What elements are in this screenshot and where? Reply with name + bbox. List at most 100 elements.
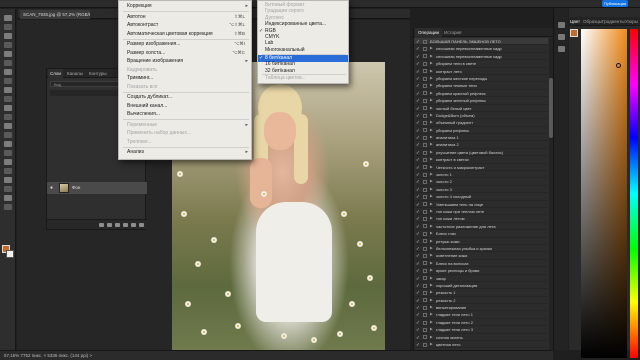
dialog-toggle-icon[interactable] (423, 91, 427, 96)
action-row[interactable]: ✓ ▶ улучшение цвета (цветовой баланс) (414, 149, 548, 157)
expand-triangle-icon[interactable]: ▶ (430, 164, 433, 171)
action-row[interactable]: ✓ ▶ резкость 2 (414, 297, 548, 305)
expand-triangle-icon[interactable]: ▶ (430, 82, 433, 89)
expand-triangle-icon[interactable]: ▶ (430, 68, 433, 75)
new-group-icon[interactable] (131, 223, 136, 227)
dialog-toggle-icon[interactable] (423, 187, 427, 192)
action-row[interactable]: ✓ ▶ Блеск глаз (414, 230, 548, 238)
checkmark-icon[interactable]: ✓ (416, 297, 420, 304)
image-menu-item[interactable]: Коррекция ▸ (119, 2, 251, 10)
dialog-toggle-icon[interactable] (423, 69, 427, 74)
expand-triangle-icon[interactable]: ▶ (430, 90, 433, 97)
eraser-tool-icon[interactable] (4, 114, 12, 120)
healing-brush-tool-icon[interactable] (4, 78, 12, 84)
image-menu-item[interactable]: Размер изображения... ⌥⌘I (119, 40, 251, 48)
expand-triangle-icon[interactable]: ▶ (430, 311, 433, 318)
background-color-swatch[interactable] (6, 250, 14, 258)
dialog-toggle-icon[interactable] (423, 143, 427, 148)
marquee-tool-icon[interactable] (4, 24, 12, 30)
expand-triangle-icon[interactable]: ▶ (430, 112, 433, 119)
checkmark-icon[interactable]: ✓ (416, 178, 420, 185)
action-row[interactable]: ✓ ▶ осветление кожи (414, 252, 548, 260)
checkmark-icon[interactable]: ✓ (416, 45, 420, 52)
action-row[interactable]: ✓ ▶ убираем зеленый рефлекс (414, 97, 548, 105)
frame-tool-icon[interactable] (4, 60, 12, 66)
dialog-toggle-icon[interactable] (423, 61, 427, 66)
action-row[interactable]: ✓ ▶ резкость 1 (414, 289, 548, 297)
action-row[interactable]: ✓ ▶ объемный градиент (414, 119, 548, 127)
gradient-tool-icon[interactable] (4, 123, 12, 129)
dialog-toggle-icon[interactable] (423, 217, 427, 222)
dialog-toggle-icon[interactable] (423, 150, 427, 155)
layer-style-icon[interactable] (107, 223, 112, 227)
image-menu-item[interactable]: Внешний канал... (119, 102, 251, 110)
publish-button[interactable]: Публикация (602, 0, 628, 7)
expand-triangle-icon[interactable]: ▶ (430, 149, 433, 156)
dialog-toggle-icon[interactable] (423, 157, 427, 162)
dialog-toggle-icon[interactable] (423, 106, 427, 111)
dialog-toggle-icon[interactable] (423, 54, 427, 59)
checkmark-icon[interactable]: ✓ (416, 311, 420, 318)
crop-tool-icon[interactable] (4, 51, 12, 57)
eyedropper-tool-icon[interactable] (4, 69, 12, 75)
tab-actions[interactable]: Операции (415, 28, 443, 37)
expand-triangle-icon[interactable]: ▶ (430, 267, 433, 274)
dialog-toggle-icon[interactable] (423, 76, 427, 81)
checkmark-icon[interactable]: ✓ (416, 171, 420, 178)
lasso-tool-icon[interactable] (4, 33, 12, 39)
action-row[interactable]: ✓ ▶ золото 1 (414, 171, 548, 179)
dialog-toggle-icon[interactable] (423, 268, 427, 273)
checkmark-icon[interactable]: ✓ (416, 267, 420, 274)
action-row[interactable]: ✓ ▶ убираем жесткие переходы (414, 75, 548, 83)
color-panel-icon[interactable] (558, 22, 565, 28)
link-layers-icon[interactable] (99, 223, 104, 227)
current-color-swatch[interactable] (570, 29, 578, 37)
checkmark-icon[interactable]: ✓ (416, 60, 420, 67)
color-picker-field[interactable] (581, 29, 627, 358)
checkmark-icon[interactable]: ✓ (416, 156, 420, 163)
hand-tool-icon[interactable] (4, 186, 12, 192)
checkmark-icon[interactable]: ✓ (416, 134, 420, 141)
expand-triangle-icon[interactable]: ▶ (430, 53, 433, 60)
tab-patterns[interactable]: Узоры (625, 17, 638, 26)
image-menu-item[interactable]: Вычисления... (119, 110, 251, 118)
tab-channels[interactable]: Каналы (67, 69, 83, 78)
action-row[interactable]: ✓ ▶ хороший детализация (414, 282, 548, 290)
action-row[interactable]: ✓ ▶ тон кожи при теплом лете (414, 208, 548, 216)
image-menu-item[interactable]: Автоконтраст ⌥⇧⌘L (119, 21, 251, 29)
expand-triangle-icon[interactable]: ▶ (430, 134, 433, 141)
action-row[interactable]: ✓ ▶ виньетирование (414, 304, 548, 312)
image-menu-item[interactable]: Автоматическая цветовая коррекция ⇧⌘B (119, 30, 251, 38)
dialog-toggle-icon[interactable] (423, 298, 427, 303)
action-row[interactable]: ✓ ▶ гладкие тени лето 1 (414, 311, 548, 319)
image-menu-item[interactable]: Анализ ▸ (119, 148, 251, 156)
tab-history[interactable]: История (444, 28, 461, 37)
layer-row[interactable]: ● Фон (47, 182, 147, 194)
dialog-toggle-icon[interactable] (423, 47, 427, 52)
trash-icon[interactable] (139, 223, 144, 227)
tab-layers[interactable]: Слои (48, 69, 63, 78)
expand-triangle-icon[interactable]: ▶ (430, 223, 433, 230)
dialog-toggle-icon[interactable] (423, 261, 427, 266)
zoom-tool-icon[interactable] (4, 195, 12, 201)
expand-triangle-icon[interactable]: ▶ (430, 45, 433, 52)
dodge-tool-icon[interactable] (4, 141, 12, 147)
action-row[interactable]: ✓ ▶ контраст в светах (414, 156, 548, 164)
expand-triangle-icon[interactable]: ▶ (430, 230, 433, 237)
expand-triangle-icon[interactable]: ▶ (430, 75, 433, 82)
expand-triangle-icon[interactable]: ▶ (430, 193, 433, 200)
action-row[interactable]: ✓ ▶ Четкость и микроконтраст (414, 164, 548, 172)
brush-tool-icon[interactable] (4, 87, 12, 93)
image-menu-item[interactable]: Вращение изображения ▸ (119, 57, 251, 65)
dialog-toggle-icon[interactable] (423, 239, 427, 244)
action-row[interactable]: ✓ ▶ ретушь кожи (414, 238, 548, 245)
checkmark-icon[interactable]: ✓ (416, 119, 420, 126)
dialog-toggle-icon[interactable] (423, 84, 427, 89)
expand-triangle-icon[interactable]: ▶ (430, 245, 433, 252)
hue-slider[interactable] (630, 29, 638, 358)
dialog-toggle-icon[interactable] (423, 320, 427, 325)
history-brush-tool-icon[interactable] (4, 105, 12, 111)
dialog-toggle-icon[interactable] (423, 113, 427, 118)
action-row[interactable]: ✓ ▶ тон кожи летом (414, 215, 548, 223)
action-row[interactable]: ✓ ▶ сплошная перевоспламенные кадр (414, 45, 548, 53)
